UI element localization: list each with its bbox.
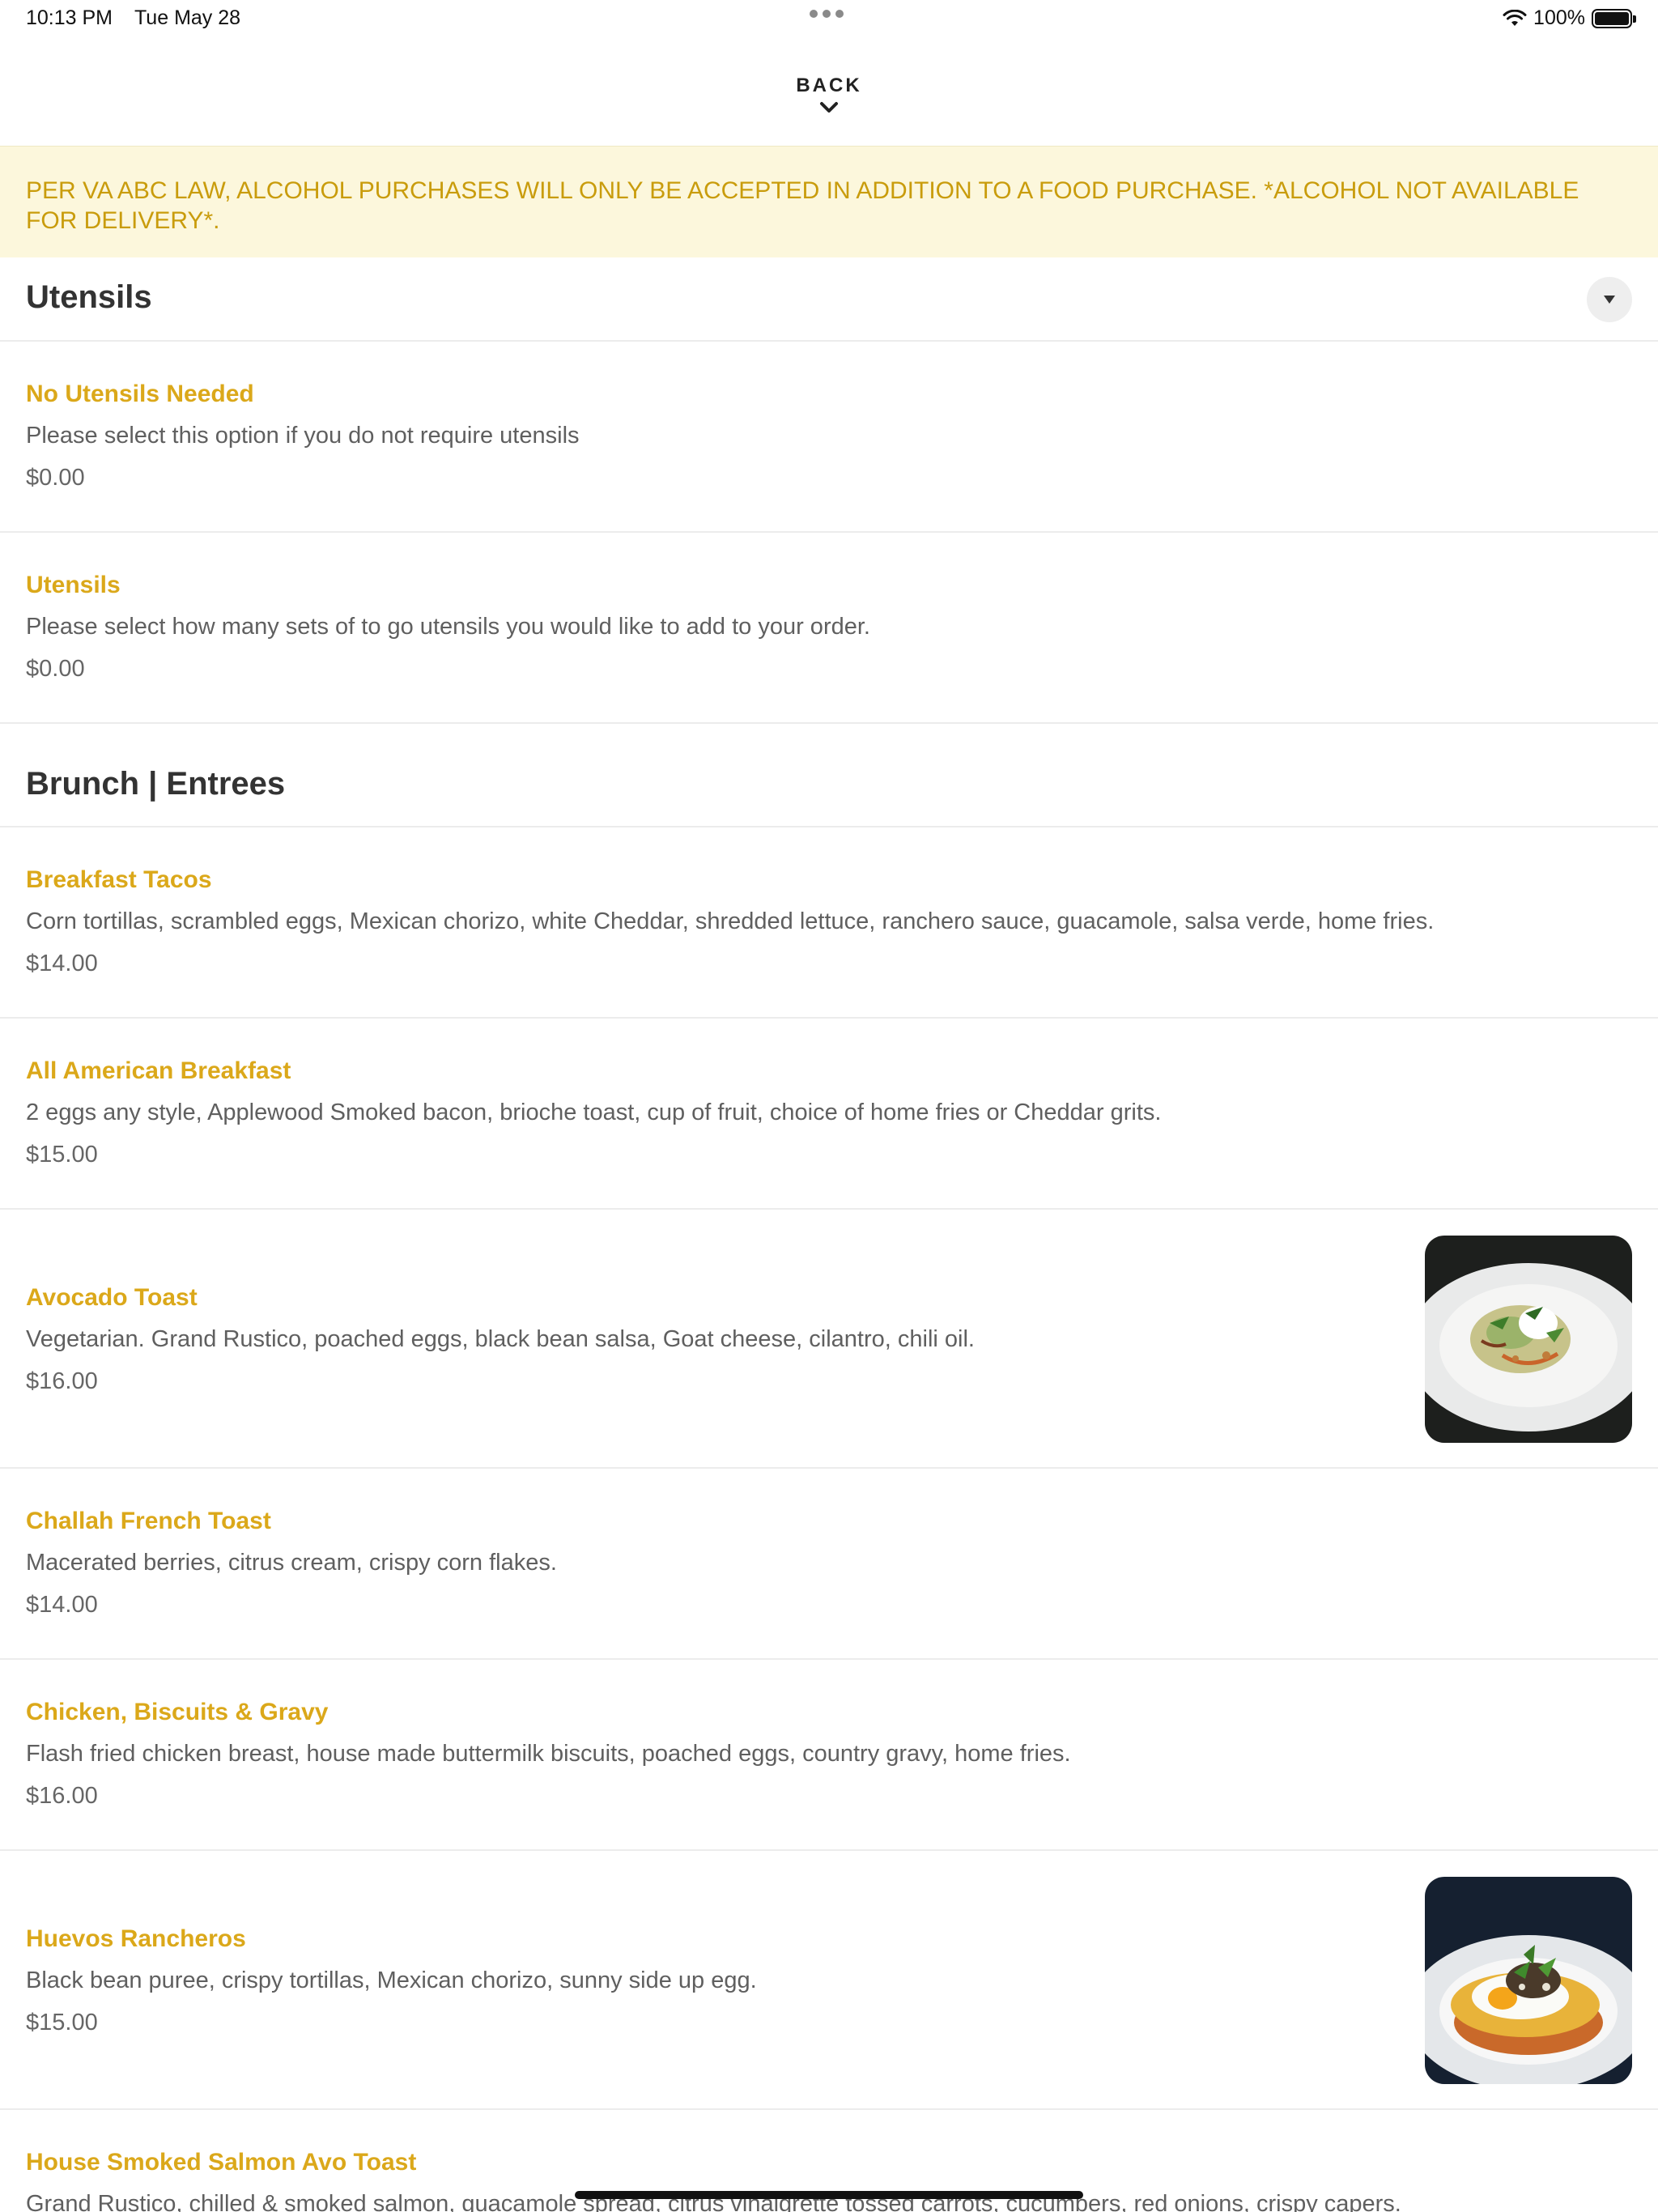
item-price: $14.00	[26, 1592, 98, 1618]
status-time: 10:13 PM	[26, 6, 113, 29]
item-description: Corn tortillas, scrambled eggs, Mexican …	[26, 908, 1435, 934]
item-name: Avocado Toast	[26, 1284, 198, 1311]
menu-item[interactable]: No Utensils Needed Please select this op…	[0, 342, 1658, 533]
section-header-brunch-entrees: Brunch | Entrees	[0, 724, 1658, 827]
menu-item[interactable]: Chicken, Biscuits & Gravy Flash fried ch…	[0, 1660, 1658, 1851]
section-title: Utensils	[26, 279, 152, 315]
item-name: Utensils	[26, 572, 121, 598]
item-description: Black bean puree, crispy tortillas, Mexi…	[26, 1967, 757, 1993]
item-name: Challah French Toast	[26, 1508, 271, 1534]
item-name: All American Breakfast	[26, 1057, 291, 1084]
menu-item[interactable]: Utensils Please select how many sets of …	[0, 533, 1658, 724]
section-header-utensils: Utensils	[0, 257, 1658, 342]
item-price: $14.00	[26, 951, 98, 976]
status-bar: 10:13 PM Tue May 28 100%	[0, 0, 1658, 39]
item-name: Huevos Rancheros	[26, 1925, 246, 1952]
section-title: Brunch | Entrees	[26, 766, 286, 802]
item-price: $16.00	[26, 1368, 98, 1394]
menu-item[interactable]: Breakfast Tacos Corn tortillas, scramble…	[0, 827, 1658, 1019]
item-description: Please select this option if you do not …	[26, 423, 580, 449]
notice-text: PER VA ABC LAW, ALCOHOL PURCHASES WILL O…	[26, 177, 1579, 234]
item-description: Vegetarian. Grand Rustico, poached eggs,…	[26, 1326, 975, 1352]
item-description: Macerated berries, citrus cream, crispy …	[26, 1550, 557, 1576]
item-price: $0.00	[26, 465, 85, 491]
item-price: $0.00	[26, 656, 85, 682]
alcohol-notice-banner: PER VA ABC LAW, ALCOHOL PURCHASES WILL O…	[0, 146, 1658, 257]
multitasking-dots-icon[interactable]	[810, 10, 844, 18]
item-name: No Utensils Needed	[26, 381, 254, 407]
huevos-rancheros-photo[interactable]	[1425, 1877, 1632, 2084]
menu-item[interactable]: All American Breakfast 2 eggs any style,…	[0, 1019, 1658, 1210]
battery-level	[1595, 11, 1629, 25]
item-price: $16.00	[26, 1783, 98, 1809]
item-name: Chicken, Biscuits & Gravy	[26, 1699, 329, 1725]
battery-percent: 100%	[1533, 6, 1585, 29]
status-date: Tue May 28	[134, 6, 241, 29]
item-name: House Smoked Salmon Avo Toast	[26, 2149, 417, 2176]
item-name: Breakfast Tacos	[26, 866, 212, 893]
back-button[interactable]: BACK	[0, 39, 1658, 146]
item-price: $15.00	[26, 2010, 98, 2035]
menu-item[interactable]: Huevos Rancheros Black bean puree, crisp…	[0, 1851, 1658, 2110]
menu-item[interactable]: Avocado Toast Vegetarian. Grand Rustico,…	[0, 1210, 1658, 1469]
battery-icon	[1592, 8, 1636, 28]
avocado-toast-photo[interactable]	[1425, 1236, 1632, 1443]
caret-down-icon	[1604, 296, 1615, 304]
menu-item[interactable]: Challah French Toast Macerated berries, …	[0, 1469, 1658, 1660]
section-dropdown-button[interactable]	[1587, 277, 1632, 322]
item-description: 2 eggs any style, Applewood Smoked bacon…	[26, 1100, 1162, 1125]
chevron-down-icon	[820, 102, 838, 113]
status-time-date: 10:13 PM Tue May 28	[26, 6, 240, 30]
wifi-icon	[1503, 9, 1527, 26]
item-description: Flash fried chicken breast, house made b…	[26, 1741, 1071, 1767]
status-indicators: 100%	[1503, 6, 1636, 30]
home-indicator[interactable]	[575, 2191, 1083, 2199]
item-description: Please select how many sets of to go ute…	[26, 614, 870, 640]
back-label: BACK	[796, 74, 862, 96]
item-price: $15.00	[26, 1142, 98, 1168]
